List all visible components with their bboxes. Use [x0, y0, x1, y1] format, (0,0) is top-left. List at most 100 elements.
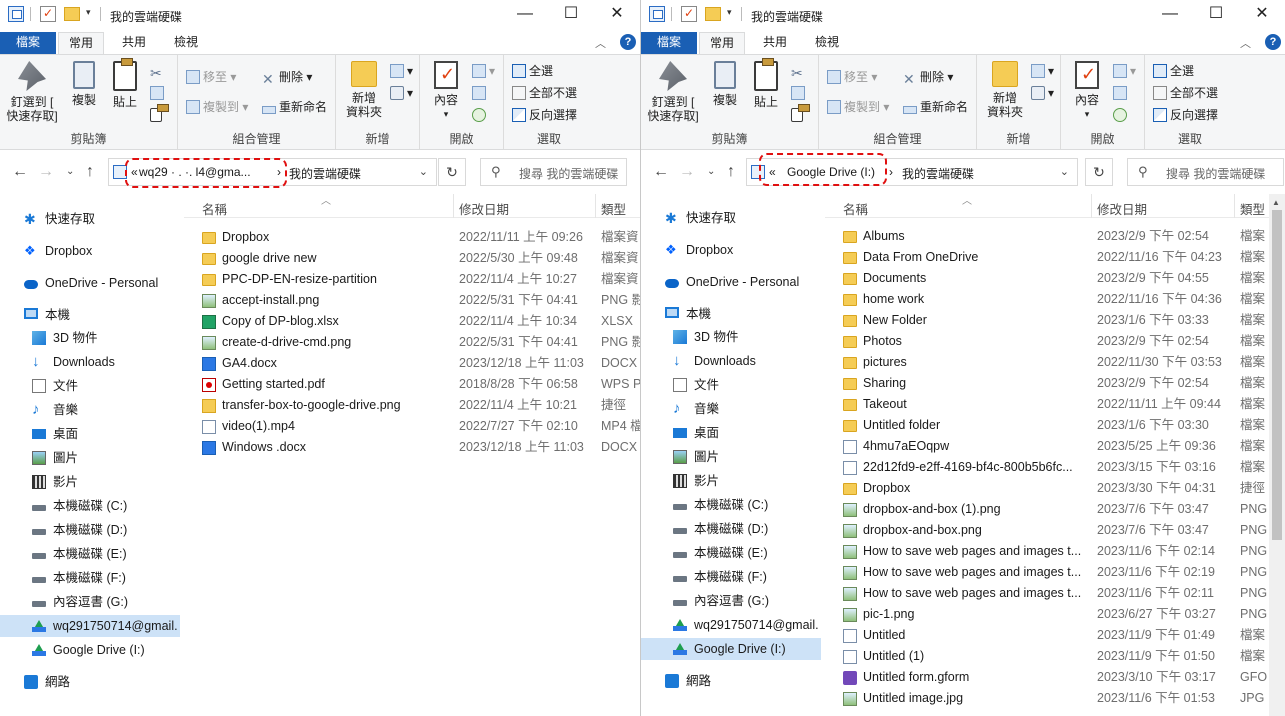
tab-view[interactable]: 檢視	[805, 32, 849, 54]
select-all-button[interactable]: 全選	[512, 61, 553, 81]
new-folder-quick-icon[interactable]	[705, 7, 721, 21]
up-button[interactable]: ↑	[86, 163, 94, 181]
minimize-button[interactable]: —	[502, 0, 548, 30]
up-button[interactable]: ↑	[727, 163, 735, 181]
file-row[interactable]: How to save web pages and images t... 202…	[825, 541, 1285, 562]
nav-desktop[interactable]: 桌面	[0, 423, 180, 445]
scrollbar-thumb[interactable]	[1272, 210, 1282, 540]
file-row[interactable]: Untitled (1) 2023/11/9 下午 01:50 檔案	[825, 646, 1285, 667]
forward-button[interactable]: →	[38, 163, 54, 181]
recent-locations-button[interactable]: ⌄	[707, 166, 715, 177]
nav-documents[interactable]: 文件	[0, 375, 180, 397]
file-row[interactable]: Albums 2023/2/9 下午 02:54 檔案	[825, 226, 1285, 247]
column-name[interactable]: 名稱	[202, 199, 227, 218]
file-row[interactable]: Untitled 2023/11/9 下午 01:49 檔案	[825, 625, 1285, 646]
nav-drive-e[interactable]: 本機磁碟 (E:)	[0, 543, 180, 565]
select-all-button[interactable]: 全選	[1153, 61, 1194, 81]
file-row[interactable]: 22d12fd9-e2ff-4169-bf4c-800b5b6fc... 2023…	[825, 457, 1285, 478]
nav-drive-g[interactable]: 內容逗書 (G:)	[641, 590, 821, 612]
file-row[interactable]: pictures 2022/11/30 下午 03:53 檔案	[825, 352, 1285, 373]
address-dropdown-icon[interactable]: ⌄	[419, 165, 428, 178]
scroll-up-icon[interactable]: ▲	[1272, 198, 1280, 207]
nav-drive-f[interactable]: 本機磁碟 (F:)	[641, 566, 821, 588]
column-date[interactable]: 修改日期	[459, 199, 509, 218]
nav-google-account[interactable]: wq291750714@gmail.	[0, 615, 180, 637]
file-row[interactable]: New Folder 2023/1/6 下午 03:33 檔案	[825, 310, 1285, 331]
breadcrumb-separator-icon[interactable]: ›	[889, 165, 893, 179]
new-item-button[interactable]: ▾	[390, 61, 413, 81]
tab-file[interactable]: 檔案	[641, 32, 697, 54]
app-icon[interactable]	[649, 6, 665, 22]
nav-drive-f[interactable]: 本機磁碟 (F:)	[0, 567, 180, 589]
column-divider[interactable]	[1091, 194, 1092, 218]
nav-onedrive[interactable]: OneDrive - Personal	[641, 271, 821, 293]
file-row[interactable]: home work 2022/11/16 下午 04:36 檔案	[825, 289, 1285, 310]
nav-drive-g[interactable]: 內容逗書 (G:)	[0, 591, 180, 613]
refresh-button[interactable]: ↻	[1085, 158, 1113, 186]
ribbon-collapse-icon[interactable]: ︿	[1240, 35, 1251, 51]
file-row[interactable]: google drive new 2022/5/30 上午 09:48 檔案資	[184, 248, 640, 269]
close-button[interactable]: ✕	[594, 0, 640, 30]
cut-button[interactable]: ✂	[791, 61, 808, 81]
nav-quick-access[interactable]: ✱ 快速存取	[641, 207, 821, 229]
file-row[interactable]: dropbox-and-box.png 2023/7/6 下午 03:47 PNG	[825, 520, 1285, 541]
new-folder-quick-icon[interactable]	[64, 7, 80, 21]
nav-3d-objects[interactable]: 3D 物件	[641, 326, 821, 348]
tab-view[interactable]: 檢視	[164, 32, 208, 54]
file-row[interactable]: Dropbox 2023/3/30 下午 04:31 捷徑	[825, 478, 1285, 499]
tab-share[interactable]: 共用	[753, 32, 797, 54]
file-row[interactable]: Data From OneDrive 2022/11/16 下午 04:23 檔案	[825, 247, 1285, 268]
copy-to-button[interactable]: 複製到 ▾	[827, 97, 889, 117]
file-row[interactable]: Dropbox 2022/11/11 上午 09:26 檔案資	[184, 227, 640, 248]
search-box[interactable]: ⚲ 搜尋 我的雲端硬碟	[1127, 158, 1284, 186]
breadcrumb-current[interactable]: 我的雲端硬碟	[902, 165, 974, 182]
nav-videos[interactable]: 影片	[0, 471, 180, 493]
nav-this-pc[interactable]: 本機	[641, 303, 821, 325]
delete-button[interactable]: ✕ 刪除 ▾	[262, 67, 312, 87]
delete-button[interactable]: ✕ 刪除 ▾	[903, 67, 953, 87]
file-row[interactable]: How to save web pages and images t... 202…	[825, 562, 1285, 583]
tab-share[interactable]: 共用	[112, 32, 156, 54]
file-row[interactable]: Sharing 2023/2/9 下午 02:54 檔案	[825, 373, 1285, 394]
file-row[interactable]: How to save web pages and images t... 202…	[825, 583, 1285, 604]
invert-selection-button[interactable]: 反向選擇	[512, 105, 577, 125]
ribbon-collapse-icon[interactable]: ︿	[595, 35, 606, 51]
column-type[interactable]: 類型	[1240, 199, 1265, 218]
refresh-button[interactable]: ↻	[438, 158, 466, 186]
column-divider[interactable]	[595, 194, 596, 218]
move-to-button[interactable]: 移至 ▾	[827, 67, 877, 87]
move-to-button[interactable]: 移至 ▾	[186, 67, 236, 87]
file-row[interactable]: Windows .docx 2023/12/18 上午 11:03 DOCX	[184, 437, 640, 458]
close-button[interactable]: ✕	[1239, 0, 1285, 30]
paste-shortcut-button[interactable]	[791, 104, 810, 125]
open-button[interactable]: ▾	[472, 61, 495, 81]
search-box[interactable]: ⚲ 搜尋 我的雲端硬碟	[480, 158, 627, 186]
edit-button[interactable]	[472, 83, 489, 103]
properties-quick-icon[interactable]	[681, 6, 697, 22]
quick-access-dropdown-icon[interactable]: ▾	[86, 7, 91, 18]
rename-button[interactable]: 重新命名	[262, 97, 327, 117]
new-folder-button[interactable]: 新增 資料夾	[340, 61, 388, 119]
cut-button[interactable]: ✂	[150, 61, 167, 81]
nav-google-account[interactable]: wq291750714@gmail.	[641, 614, 821, 636]
easy-access-button[interactable]: ▾	[390, 83, 413, 103]
properties-button[interactable]: 內容 ▾	[426, 61, 466, 121]
nav-downloads[interactable]: ↓ Downloads	[0, 351, 180, 373]
file-row[interactable]: Untitled folder 2023/1/6 下午 03:30 檔案	[825, 415, 1285, 436]
title-bar[interactable]: ▾ 我的雲端硬碟 — ☐ ✕	[0, 0, 640, 30]
nav-drive-c[interactable]: 本機磁碟 (C:)	[641, 494, 821, 516]
app-icon[interactable]	[8, 6, 24, 22]
forward-button[interactable]: →	[679, 163, 695, 181]
quick-access-dropdown-icon[interactable]: ▾	[727, 7, 732, 18]
edit-button[interactable]	[1113, 83, 1130, 103]
paste-shortcut-button[interactable]	[150, 104, 169, 125]
nav-onedrive[interactable]: OneDrive - Personal	[0, 272, 180, 294]
title-bar[interactable]: ▾ 我的雲端硬碟 — ☐ ✕	[641, 0, 1285, 30]
file-row[interactable]: GA4.docx 2023/12/18 上午 11:03 DOCX	[184, 353, 640, 374]
file-row[interactable]: accept-install.png 2022/5/31 下午 04:41 PNG …	[184, 290, 640, 311]
nav-videos[interactable]: 影片	[641, 470, 821, 492]
nav-music[interactable]: ♪ 音樂	[641, 398, 821, 420]
nav-dropbox[interactable]: ❖ Dropbox	[0, 240, 180, 262]
history-button[interactable]	[472, 105, 489, 125]
back-button[interactable]: ←	[12, 163, 28, 181]
